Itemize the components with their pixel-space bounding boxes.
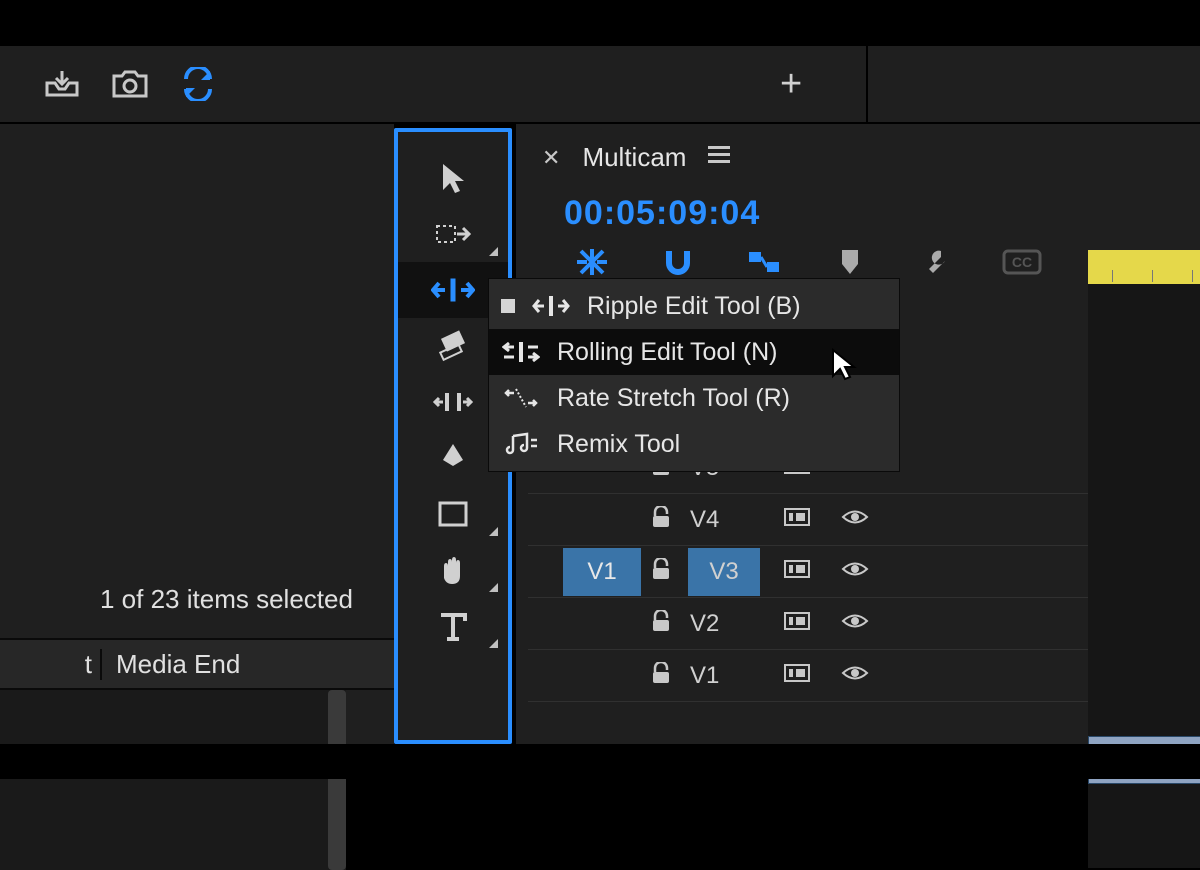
lock-icon[interactable] <box>632 610 690 638</box>
sync-lock-icon[interactable] <box>764 664 830 687</box>
separator <box>866 46 868 124</box>
track-row[interactable]: V2 <box>528 598 1088 650</box>
inbox-icon[interactable] <box>40 62 84 106</box>
hand-tool[interactable] <box>398 542 508 598</box>
track-row[interactable]: V1 V3 <box>528 546 1088 598</box>
selection-status: 1 of 23 items selected <box>100 584 353 615</box>
ripple-icon <box>531 295 571 317</box>
flyout-label: Rolling Edit Tool (N) <box>557 338 777 367</box>
eye-icon[interactable] <box>830 664 880 687</box>
svg-text:CC: CC <box>1012 254 1032 270</box>
lock-icon[interactable] <box>632 506 690 534</box>
wrench-icon[interactable] <box>916 246 956 278</box>
lock-icon[interactable] <box>632 662 690 690</box>
selection-tool[interactable] <box>398 150 508 206</box>
marker-icon[interactable] <box>830 246 870 278</box>
add-button[interactable]: + <box>780 63 802 106</box>
rate-icon <box>501 387 541 409</box>
scrollbar[interactable] <box>328 690 346 870</box>
track-label[interactable]: V3 <box>688 548 760 596</box>
eye-icon[interactable] <box>830 508 880 531</box>
sync-lock-icon[interactable] <box>764 508 830 531</box>
type-tool[interactable] <box>398 598 508 654</box>
flyout-item-remix[interactable]: Remix Tool <box>489 421 899 467</box>
project-list[interactable] <box>0 690 346 870</box>
rectangle-tool[interactable] <box>398 486 508 542</box>
letterbox-bottom <box>0 744 1200 779</box>
eye-icon[interactable] <box>830 612 880 635</box>
current-indicator-icon <box>501 299 515 313</box>
top-toolbar: + <box>0 46 1200 124</box>
timeline-ruler[interactable] <box>1088 250 1200 284</box>
flyout-label: Remix Tool <box>557 430 680 459</box>
flyout-label: Rate Stretch Tool (R) <box>557 384 790 413</box>
source-patch[interactable]: V1 <box>563 548 641 596</box>
insert-mode-icon[interactable] <box>572 246 612 278</box>
close-icon[interactable]: ✕ <box>542 145 560 171</box>
column-left[interactable]: t <box>0 649 102 680</box>
eye-icon[interactable] <box>830 560 880 583</box>
track-headers: V5 V4 V1 V3 V2 V1 <box>528 442 1088 702</box>
linked-selection-icon[interactable] <box>744 246 784 278</box>
track-label[interactable]: V4 <box>690 506 764 534</box>
column-header-row: t Media End <box>0 638 394 690</box>
timeline-option-icons: CC <box>572 246 1042 278</box>
track-row[interactable]: V4 <box>528 494 1088 546</box>
rolling-icon <box>501 341 541 363</box>
mouse-cursor-icon <box>830 348 858 387</box>
track-row[interactable]: V1 <box>528 650 1088 702</box>
playhead[interactable] <box>1088 250 1200 284</box>
track-label[interactable]: V1 <box>690 662 764 690</box>
column-media-end[interactable]: Media End <box>102 649 240 680</box>
sequence-tab[interactable]: Multicam <box>582 142 686 173</box>
flyout-label: Ripple Edit Tool (B) <box>587 292 801 321</box>
sync-lock-icon[interactable] <box>764 612 830 635</box>
panel-menu-icon[interactable] <box>708 146 730 169</box>
timecode[interactable]: 00:05:09:04 <box>564 194 760 233</box>
track-select-tool[interactable] <box>398 206 508 262</box>
sync-icon[interactable] <box>176 62 220 106</box>
flyout-item-ripple[interactable]: Ripple Edit Tool (B) <box>489 283 899 329</box>
remix-icon <box>501 432 541 456</box>
captions-icon[interactable]: CC <box>1002 246 1042 278</box>
track-label[interactable]: V2 <box>690 610 764 638</box>
project-panel: 1 of 23 items selected t Media End <box>0 124 394 744</box>
timeline-tracks-area[interactable]: 2023-06-0 <box>1088 284 1200 868</box>
letterbox-top <box>0 0 1200 46</box>
sync-lock-icon[interactable] <box>764 560 830 583</box>
camera-icon[interactable] <box>108 62 152 106</box>
snap-icon[interactable] <box>658 246 698 278</box>
